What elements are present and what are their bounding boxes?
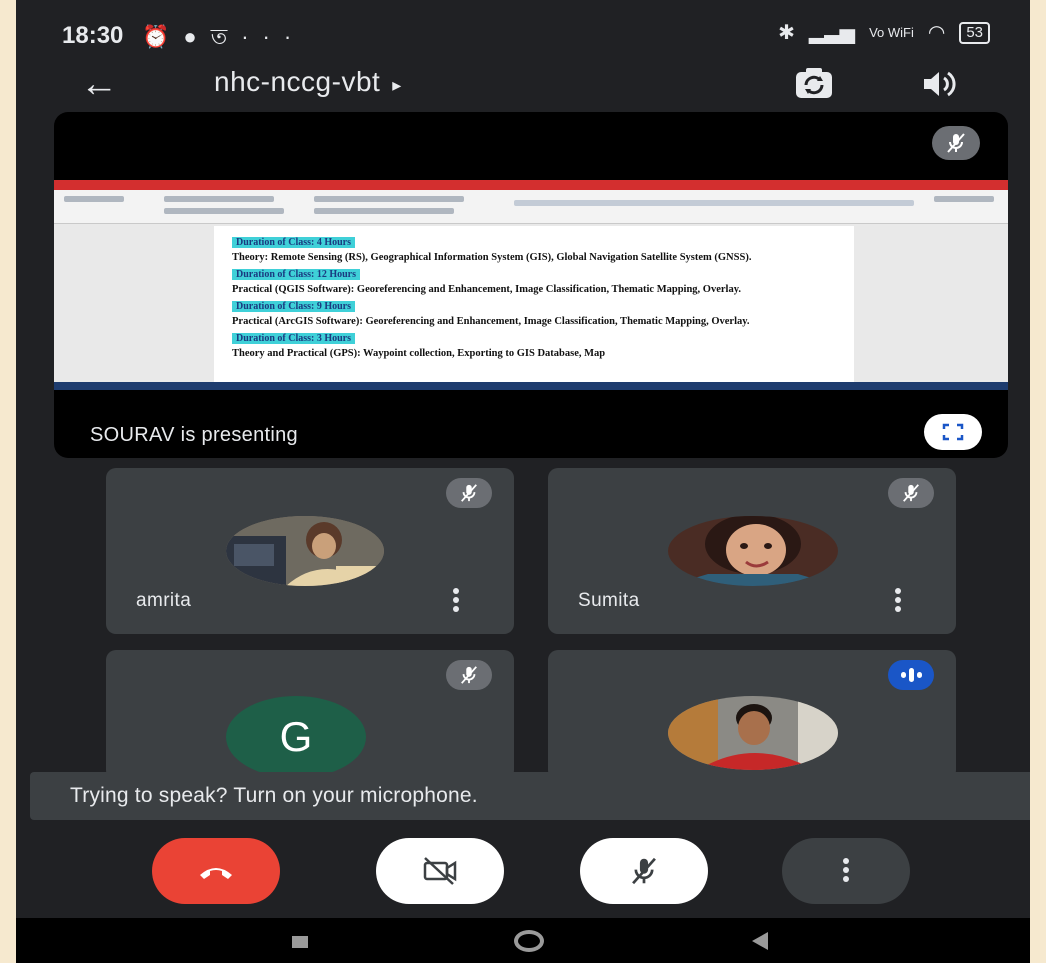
duration-label: Duration of Class: 4 Hours (232, 237, 356, 248)
more-options-icon[interactable] (450, 588, 462, 616)
back-arrow-icon[interactable]: ← (80, 64, 118, 104)
ribbon-styles (514, 200, 914, 206)
duration-label: Duration of Class: 3 Hours (232, 333, 356, 344)
mic-off-icon (932, 126, 980, 160)
bluetooth-icon: ✱ (778, 22, 795, 44)
duration-label: Duration of Class: 9 Hours (232, 301, 356, 312)
phone-screen: 18:30 ⏰●ত··· ✱ ▂▃▅ Vo WiFi ◠ 53 ← nhc-nc… (16, 0, 1030, 963)
shared-document-screen: Duration of Class: 4 Hours Theory: Remot… (54, 180, 1008, 390)
document-paragraph: Theory: Remote Sensing (RS), Geographica… (232, 252, 752, 263)
more-options-icon[interactable] (892, 588, 904, 616)
wifi-icon: ◠ (927, 22, 946, 44)
ribbon-group (934, 196, 994, 202)
document-paragraph: Theory and Practical (GPS): Waypoint col… (232, 348, 606, 359)
initial-avatar: G (226, 696, 366, 778)
mic-off-icon (446, 478, 492, 508)
microphone-toast: Trying to speak? Turn on your microphone… (30, 772, 1030, 820)
chat-icon: ● (183, 24, 211, 49)
speaking-indicator-icon (888, 660, 934, 690)
avatar (668, 696, 838, 770)
end-call-button[interactable] (152, 838, 280, 904)
more-vert-icon (842, 857, 850, 885)
avatar (668, 516, 838, 586)
microphone-toggle-button[interactable] (580, 838, 708, 904)
word-title-bar (54, 180, 1008, 190)
wifi-hotspot-icon: ত (210, 24, 242, 49)
participant-tile[interactable]: amrita (106, 468, 514, 634)
camera-off-icon (423, 857, 457, 885)
presentation-tile[interactable]: Duration of Class: 4 Hours Theory: Remot… (54, 112, 1008, 458)
vowifi-label: Vo WiFi (869, 25, 914, 40)
ribbon-group (314, 196, 464, 202)
signal-icon: ▂▃▅ (808, 22, 856, 44)
meeting-code: nhc-nccg-vbt (214, 66, 381, 97)
document-paragraph: Practical (ArcGIS Software): Georeferenc… (232, 316, 750, 327)
ribbon-group (64, 196, 124, 202)
home-icon[interactable] (514, 930, 544, 952)
participant-name: amrita (136, 590, 192, 611)
android-nav-bar (16, 918, 1030, 963)
mic-off-icon (446, 660, 492, 690)
meeting-top-bar: ← nhc-nccg-vbt ▸ (16, 64, 1030, 114)
status-system-icons: ✱ ▂▃▅ Vo WiFi ◠ 53 (778, 20, 990, 45)
word-status-bar (54, 382, 1008, 390)
fullscreen-icon[interactable] (924, 414, 982, 450)
more-icon: ··· (241, 24, 306, 49)
switch-camera-icon[interactable] (792, 66, 836, 102)
mic-off-icon (632, 857, 656, 885)
hang-up-icon (200, 868, 232, 879)
play-arrow-icon: ▸ (392, 75, 402, 95)
ribbon-group (164, 196, 274, 202)
speaker-icon[interactable] (920, 66, 960, 102)
participant-tile[interactable]: G (106, 650, 514, 780)
participant-tile[interactable]: Sumita (548, 468, 956, 634)
recents-icon[interactable] (292, 936, 308, 948)
camera-toggle-button[interactable] (376, 838, 504, 904)
document-page: Duration of Class: 4 Hours Theory: Remot… (214, 226, 854, 382)
document-paragraph: Practical (QGIS Software): Georeferencin… (232, 284, 742, 295)
ribbon-group (314, 208, 454, 214)
back-icon[interactable] (752, 932, 768, 950)
avatar (226, 516, 384, 586)
ribbon-group (164, 208, 284, 214)
participant-tile[interactable] (548, 650, 956, 780)
status-bar: 18:30 ⏰●ত··· ✱ ▂▃▅ Vo WiFi ◠ 53 (16, 14, 1030, 56)
meeting-code-button[interactable]: nhc-nccg-vbt ▸ (214, 66, 402, 98)
word-ribbon (54, 190, 1008, 224)
status-notification-icons: ⏰●ত··· (142, 20, 305, 57)
mic-off-icon (888, 478, 934, 508)
participant-name: Sumita (578, 590, 640, 611)
more-options-button[interactable] (782, 838, 910, 904)
battery-icon: 53 (959, 21, 990, 44)
alarm-icon: ⏰ (142, 24, 184, 49)
status-time: 18:30 (62, 22, 124, 49)
presenter-label: SOURAV is presenting (90, 424, 298, 446)
duration-label: Duration of Class: 12 Hours (232, 269, 361, 280)
